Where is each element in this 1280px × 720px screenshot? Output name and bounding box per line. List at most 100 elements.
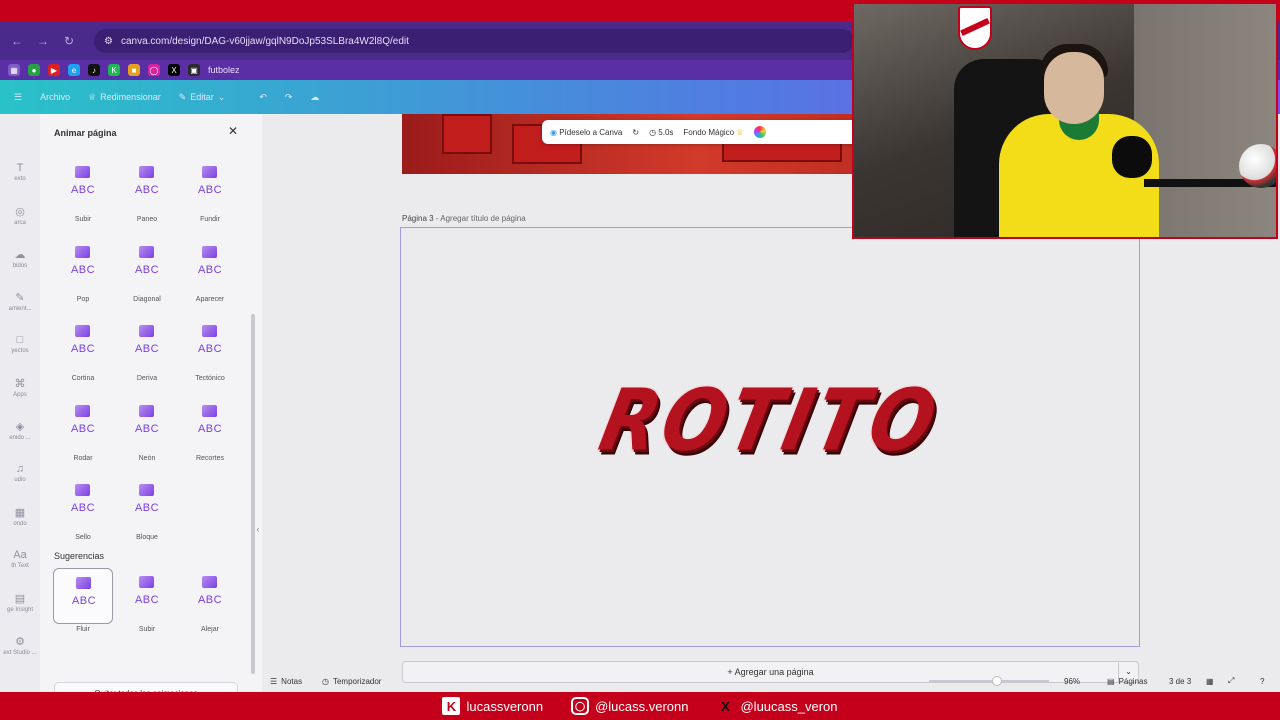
rail-item[interactable]: Aa th Text <box>0 549 40 569</box>
redo-icon[interactable]: ↷ <box>285 92 293 103</box>
editar-menu[interactable]: ✎ Editar ⌄ <box>179 92 226 103</box>
insight-icon: ▤ <box>14 593 26 605</box>
redimensionar-label: Redimensionar <box>100 92 161 102</box>
folder-icon[interactable]: ■ <box>128 64 140 76</box>
rail-item-label: udio <box>14 477 26 483</box>
youtube-icon[interactable]: ▶ <box>48 64 60 76</box>
animation-label: Sello <box>75 534 91 541</box>
headline-text[interactable]: ROTITO <box>390 372 1149 471</box>
archivo-menu[interactable]: Archivo <box>40 92 70 102</box>
rail-item[interactable]: ⌘ Apps <box>0 377 40 398</box>
zoom-slider[interactable] <box>929 680 1049 682</box>
site-settings-icon[interactable]: ⚙ <box>104 36 113 47</box>
fullscreen-icon[interactable]: ⤢ <box>1228 676 1234 686</box>
animation-label: Pop <box>76 295 90 303</box>
rail-item[interactable]: ▦ ondo <box>0 506 40 527</box>
zoom-level[interactable]: 96% <box>1064 677 1080 686</box>
apps-icon: ⌘ <box>14 378 26 390</box>
instagram-icon[interactable]: ◯ <box>148 64 160 76</box>
rail-item[interactable]: ▤ ge Insight <box>0 592 40 613</box>
kick-icon[interactable]: K <box>108 64 120 76</box>
rail-item[interactable]: ✎ amient... <box>0 291 40 312</box>
background-icon: ▦ <box>14 507 26 519</box>
undo-icon[interactable]: ↶ <box>259 92 267 103</box>
rail-item[interactable]: ♫ udio <box>0 463 40 483</box>
rail-item[interactable]: ⚙ ext Studio ... <box>0 635 40 656</box>
rail-item[interactable]: Texto <box>0 162 40 182</box>
timer-button[interactable]: ◷ Temporizador <box>322 677 381 686</box>
animation-option[interactable]: ABC Subir <box>53 158 113 234</box>
close-icon[interactable]: ✕ <box>226 124 240 138</box>
context-toolbar: ◉ Pídeselo a Canva ↻ ◷ 5.0s Fondo Mágico… <box>542 120 862 144</box>
animation-option[interactable]: ABC Deriva <box>117 317 177 393</box>
animation-option[interactable]: ABC Alejar <box>180 568 240 644</box>
page-title-input[interactable]: Agregar título de página <box>440 214 525 223</box>
zoom-slider-handle[interactable] <box>992 676 1002 686</box>
crown-icon: ♕ <box>736 127 744 137</box>
x-icon[interactable]: X <box>168 64 180 76</box>
animation-sample-text: ABC <box>70 422 96 435</box>
menu-icon[interactable]: ☰ <box>14 92 22 103</box>
rail-item[interactable]: ◈ enido ... <box>0 420 40 441</box>
redimensionar-button[interactable]: ♕ Redimensionar <box>88 92 161 103</box>
animation-thumbnail: ABC <box>180 397 240 453</box>
animation-option[interactable]: ABC Subir <box>117 568 177 644</box>
animation-sample-text: ABC <box>70 184 96 196</box>
edge-icon[interactable]: e <box>68 64 80 76</box>
back-icon[interactable]: ← <box>8 32 26 50</box>
animate-page-panel: Animar página ✕ Sugerencias Quitar todas… <box>40 114 262 692</box>
page-count: 3 de 3 <box>1169 676 1192 686</box>
animation-option[interactable]: ABC Diagonal <box>117 238 177 314</box>
image-icon <box>202 404 217 417</box>
collapse-panel-icon[interactable]: ‹ <box>252 518 264 540</box>
ask-canva-button[interactable]: ◉ Pídeselo a Canva <box>550 128 622 137</box>
animation-option[interactable]: ABC Fluir <box>53 568 113 644</box>
image-icon <box>139 166 154 178</box>
animation-sample-text: ABC <box>197 422 223 435</box>
animation-option[interactable]: ABC Bloque <box>117 476 177 552</box>
animation-option[interactable]: ABC Pop <box>53 238 113 314</box>
duration-button[interactable]: ◷ 5.0s <box>649 128 673 137</box>
panel-scrollbar[interactable] <box>251 314 255 674</box>
crown-icon: ♕ <box>88 91 97 102</box>
animation-option[interactable]: ABC Paneo <box>117 158 177 234</box>
animation-option[interactable]: ABC Sello <box>53 476 113 552</box>
magic-background-button[interactable]: Fondo Mágico ♕ <box>683 128 743 137</box>
animation-option[interactable]: ABC Cortina <box>53 317 113 393</box>
futbolez-icon[interactable]: ▣ <box>188 64 200 76</box>
loop-icon[interactable]: ↻ <box>632 128 639 137</box>
whatsapp-icon[interactable]: ● <box>28 64 40 76</box>
bookmark-futbolez[interactable]: futbolez <box>208 65 240 75</box>
color-picker-icon[interactable] <box>753 126 766 138</box>
remove-all-animations-button[interactable]: Quitar todas las animaciones <box>54 682 238 692</box>
rail-item[interactable]: ◎ arca <box>0 205 40 226</box>
forward-icon[interactable]: → <box>34 32 52 50</box>
content-icon: ◈ <box>15 421 25 433</box>
tiktok-icon[interactable]: ♪ <box>88 64 100 76</box>
animation-option[interactable]: ABC Recortes <box>180 397 240 473</box>
editar-label: Editar <box>190 92 214 102</box>
address-bar[interactable]: ⚙ canva.com/design/DAG-v60jjaw/gqlN9DoJp… <box>94 29 854 53</box>
apps-grid-icon[interactable]: ▦ <box>8 64 20 76</box>
image-icon <box>202 576 217 588</box>
notes-button[interactable]: ☰ Notas <box>270 677 302 686</box>
design-page[interactable]: ROTITO <box>400 227 1140 647</box>
animation-option[interactable]: ABC Tectónico <box>180 317 240 393</box>
animation-option[interactable]: ABC Rodar <box>53 397 113 473</box>
page-number: Página 3 <box>402 214 434 223</box>
animation-sample-text: ABC <box>71 595 97 607</box>
animation-option[interactable]: ABC Neón <box>117 397 177 473</box>
webcam-face <box>1044 52 1104 124</box>
grid-view-icon[interactable]: ▦ <box>1206 677 1214 686</box>
rail-item[interactable]: □ yectos <box>0 334 40 354</box>
animation-sample-text: ABC <box>134 343 160 355</box>
animation-option[interactable]: ABC Aparecer <box>180 238 240 314</box>
help-icon[interactable]: ? <box>1260 677 1264 686</box>
animation-option[interactable]: ABC Fundir <box>180 158 240 234</box>
rail-item[interactable]: ☁ bidos <box>0 248 40 269</box>
reload-icon[interactable]: ↻ <box>60 32 78 50</box>
image-icon <box>75 404 90 417</box>
pages-button[interactable]: ▤ Páginas <box>1107 677 1147 686</box>
rail-item-label: bidos <box>12 263 28 269</box>
cloud-save-icon[interactable]: ☁ <box>310 92 319 103</box>
